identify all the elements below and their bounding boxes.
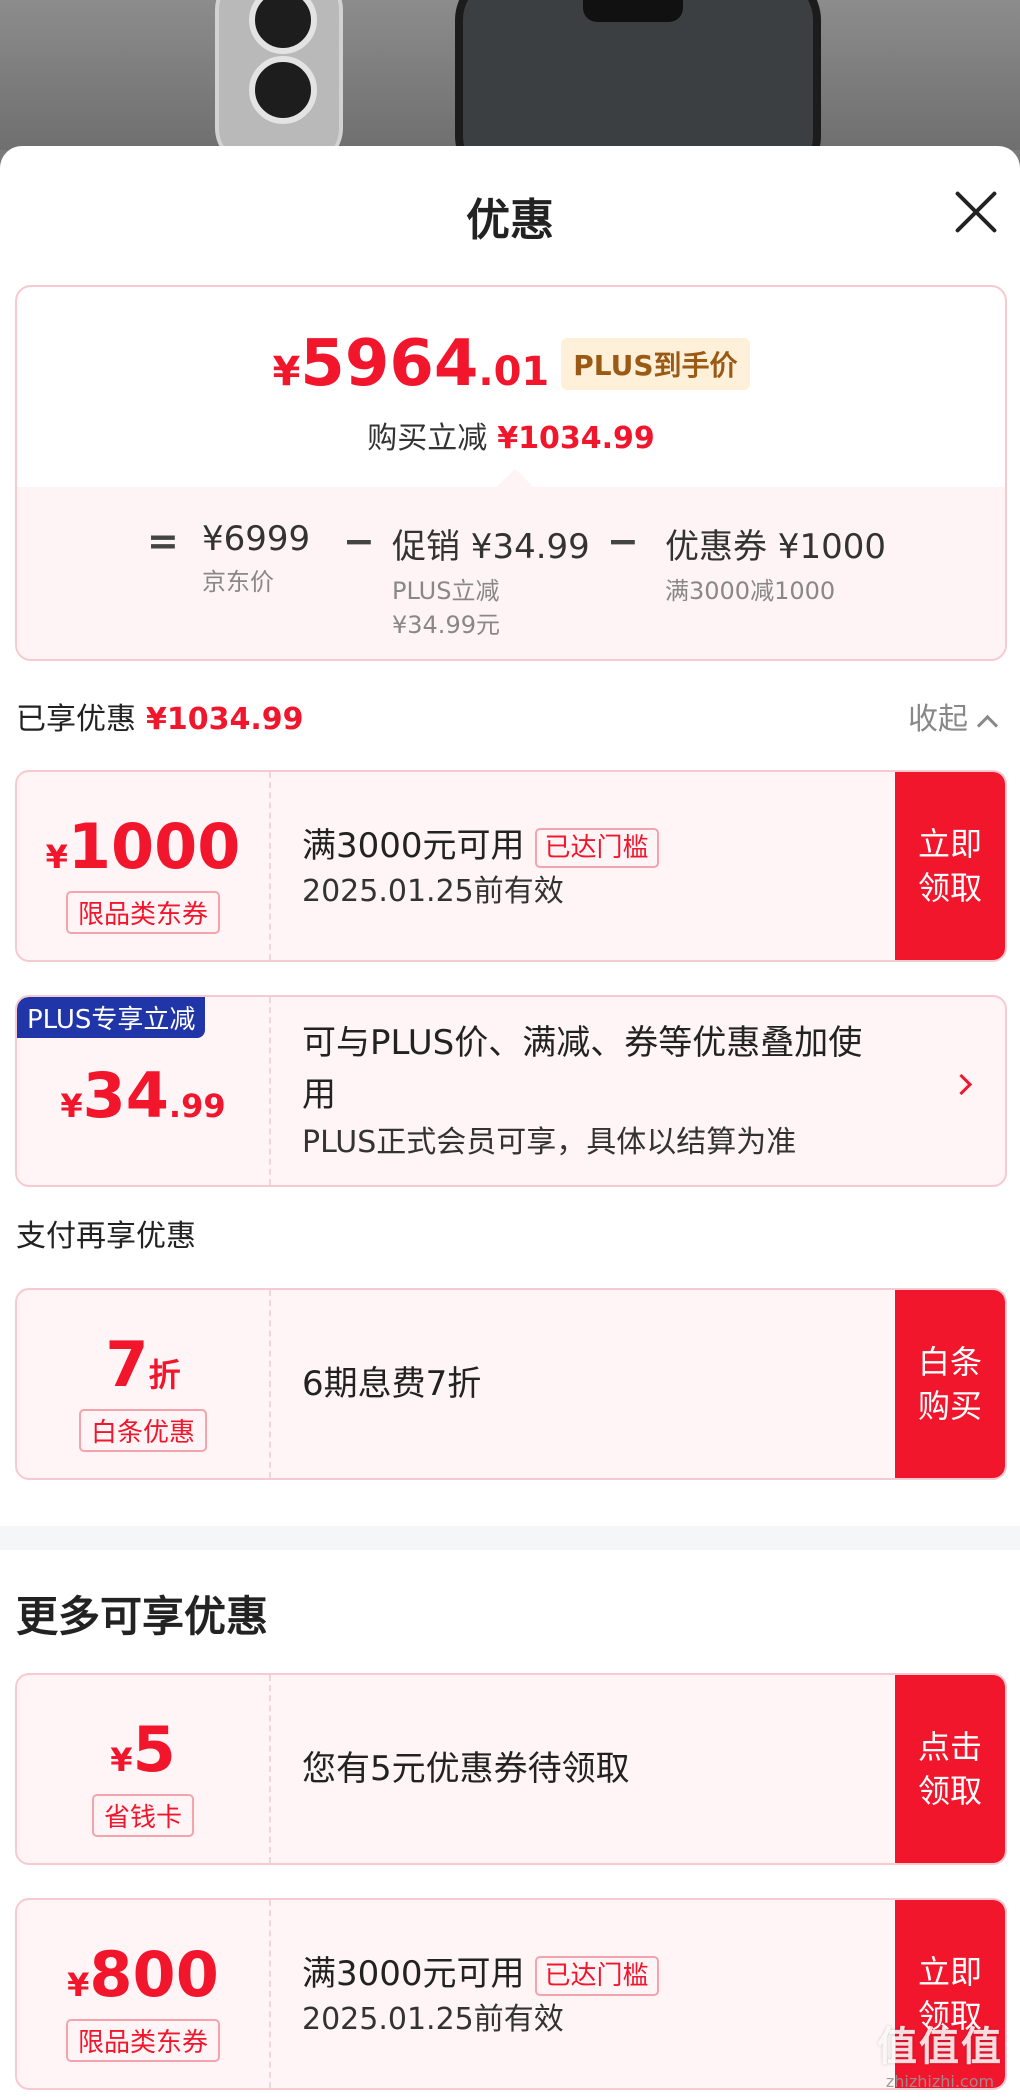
coupon-info: 满3000元可用 已达门槛 2025.01.25前有效 [302, 822, 659, 914]
baitiao-buy-button[interactable]: 白条购买 [895, 1290, 1005, 1478]
coupon-info: 您有5元优惠券待领取 [302, 1749, 630, 1789]
promo-term: 促销 ¥34.99 PLUS立减 ¥34.99元 [392, 527, 590, 639]
threshold-reached-badge: 已达门槛 [534, 1955, 659, 1996]
plus-discount-card[interactable]: PLUS专享立减 ¥34.99 可与PLUS价、满减、券等优惠叠加使用 PLUS… [15, 995, 1007, 1187]
coupon-card: ¥800 限品类东券 满3000元可用 已达门槛 2025.01.25前有效 立即… [15, 1898, 1007, 2090]
saving-card-coupon: ¥5 省钱卡 您有5元优惠券待领取 点击领取 [15, 1673, 1007, 1865]
phone-front-image [455, 0, 821, 150]
coupon-value: ¥800 限品类东券 [17, 1900, 269, 2088]
chevron-right-icon [950, 1073, 973, 1096]
buy-reduce-amount: ¥1034.99 [497, 421, 655, 456]
final-price-row: ¥5964.01 PLUS到手价 [17, 327, 1005, 401]
baitiao-value: 7折 白条优惠 [17, 1290, 269, 1478]
phone-notch [583, 0, 683, 22]
coupon-value: ¥5 省钱卡 [17, 1675, 269, 1863]
section-separator [0, 1526, 1020, 1550]
baitiao-card: 7折 白条优惠 6期息费7折 白条购买 [15, 1288, 1007, 1480]
plus-discount-info: 可与PLUS价、满减、券等优惠叠加使用 PLUS正式会员可享，具体以结算为准 [302, 1023, 863, 1160]
phone-back-image [215, 0, 343, 150]
coupon-type-tag: 限品类东券 [65, 891, 220, 934]
close-icon[interactable] [950, 186, 1002, 238]
jd-price-term: ¥6999 京东价 [202, 519, 311, 596]
coupon-term: 优惠券 ¥1000 满3000减1000 [665, 527, 886, 605]
product-photo-background [0, 0, 1020, 150]
plus-discount-value: ¥34.99 [60, 1059, 226, 1132]
coupon-type-tag: 限品类东券 [65, 2019, 220, 2062]
click-claim-button[interactable]: 点击领取 [895, 1675, 1005, 1863]
coupon-validity: 2025.01.25前有效 [302, 2002, 564, 2037]
claim-button[interactable]: 立即领取 [895, 772, 1005, 960]
dashed-divider [269, 772, 271, 960]
baitiao-tag: 白条优惠 [78, 1409, 207, 1452]
threshold-reached-badge: 已达门槛 [534, 827, 659, 868]
site-watermark-logo: 值值值 zhizhizhi.com [877, 2024, 1003, 2091]
collapse-toggle[interactable]: 收起 [908, 694, 999, 738]
coupon-card: ¥1000 限品类东券 满3000元可用 已达门槛 2025.01.25前有效 立… [15, 770, 1007, 962]
coupon-info: 满3000元可用 已达门槛 2025.01.25前有效 [302, 1950, 659, 2042]
equals-sign: = [147, 519, 179, 563]
pay-section-title: 支付再享优惠 [16, 1219, 196, 1254]
more-offers-title: 更多可享优惠 [16, 1592, 269, 1641]
camera-lens-icon [249, 56, 317, 124]
baitiao-info: 6期息费7折 [302, 1364, 482, 1404]
dashed-divider [269, 1675, 271, 1863]
chevron-up-icon [976, 714, 999, 737]
dashed-divider [269, 997, 271, 1185]
plus-price-badge: PLUS到手价 [561, 338, 750, 390]
dashed-divider [269, 1900, 271, 2088]
coupon-validity: 2025.01.25前有效 [302, 874, 564, 909]
minus-sign: − [607, 519, 639, 563]
enjoyed-amount: ¥1034.99 [146, 702, 304, 737]
minus-sign: − [343, 519, 375, 563]
final-price: ¥5964.01 [272, 327, 550, 401]
discount-sheet: 优惠 ¥5964.01 PLUS到手价 购买立减 ¥1034.99 = ¥6999… [0, 146, 1020, 2097]
coupon-value: ¥1000 限品类东券 [17, 772, 269, 960]
enjoyed-discount: 已享优惠 ¥1034.99 [16, 702, 304, 737]
price-summary-card: ¥5964.01 PLUS到手价 购买立减 ¥1034.99 = ¥6999 京东… [15, 285, 1007, 661]
sheet-title: 优惠 [466, 195, 554, 246]
coupon-type-tag: 省钱卡 [91, 1794, 194, 1837]
buy-reduce-text: 购买立减 ¥1034.99 [367, 421, 655, 456]
dashed-divider [269, 1290, 271, 1478]
camera-lens-icon [249, 0, 317, 54]
